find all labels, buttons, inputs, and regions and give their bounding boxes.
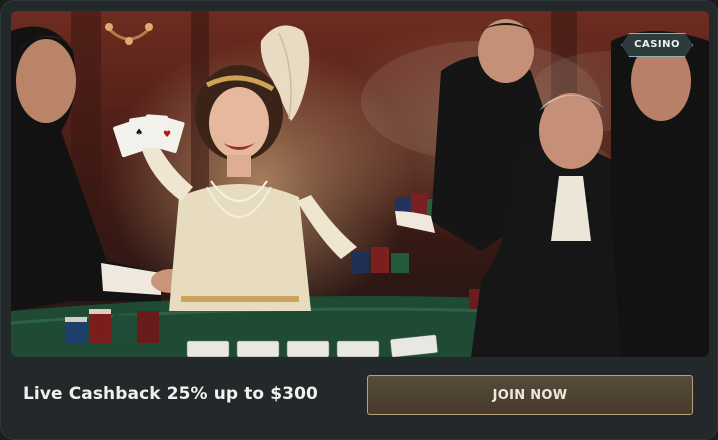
woman-figure: ♠ ♥ <box>113 25 357 311</box>
promo-footer: Live Cashback 25% up to $300 JOIN NOW <box>1 357 717 439</box>
hero-illustration: ♠ ♥ <box>11 11 709 357</box>
join-now-button[interactable]: JOIN NOW <box>367 375 693 415</box>
chandelier-icon <box>105 23 153 45</box>
promo-title: Live Cashback 25% up to $300 <box>23 384 318 404</box>
svg-text:♥: ♥ <box>163 130 171 140</box>
svg-text:♠: ♠ <box>135 128 143 138</box>
hero-image[interactable]: ♠ ♥ CASINO <box>11 11 709 357</box>
promo-card[interactable]: ♠ ♥ CASINO Live Cashback 25% up to $300 … <box>0 0 718 440</box>
casino-badge: CASINO <box>621 33 693 57</box>
